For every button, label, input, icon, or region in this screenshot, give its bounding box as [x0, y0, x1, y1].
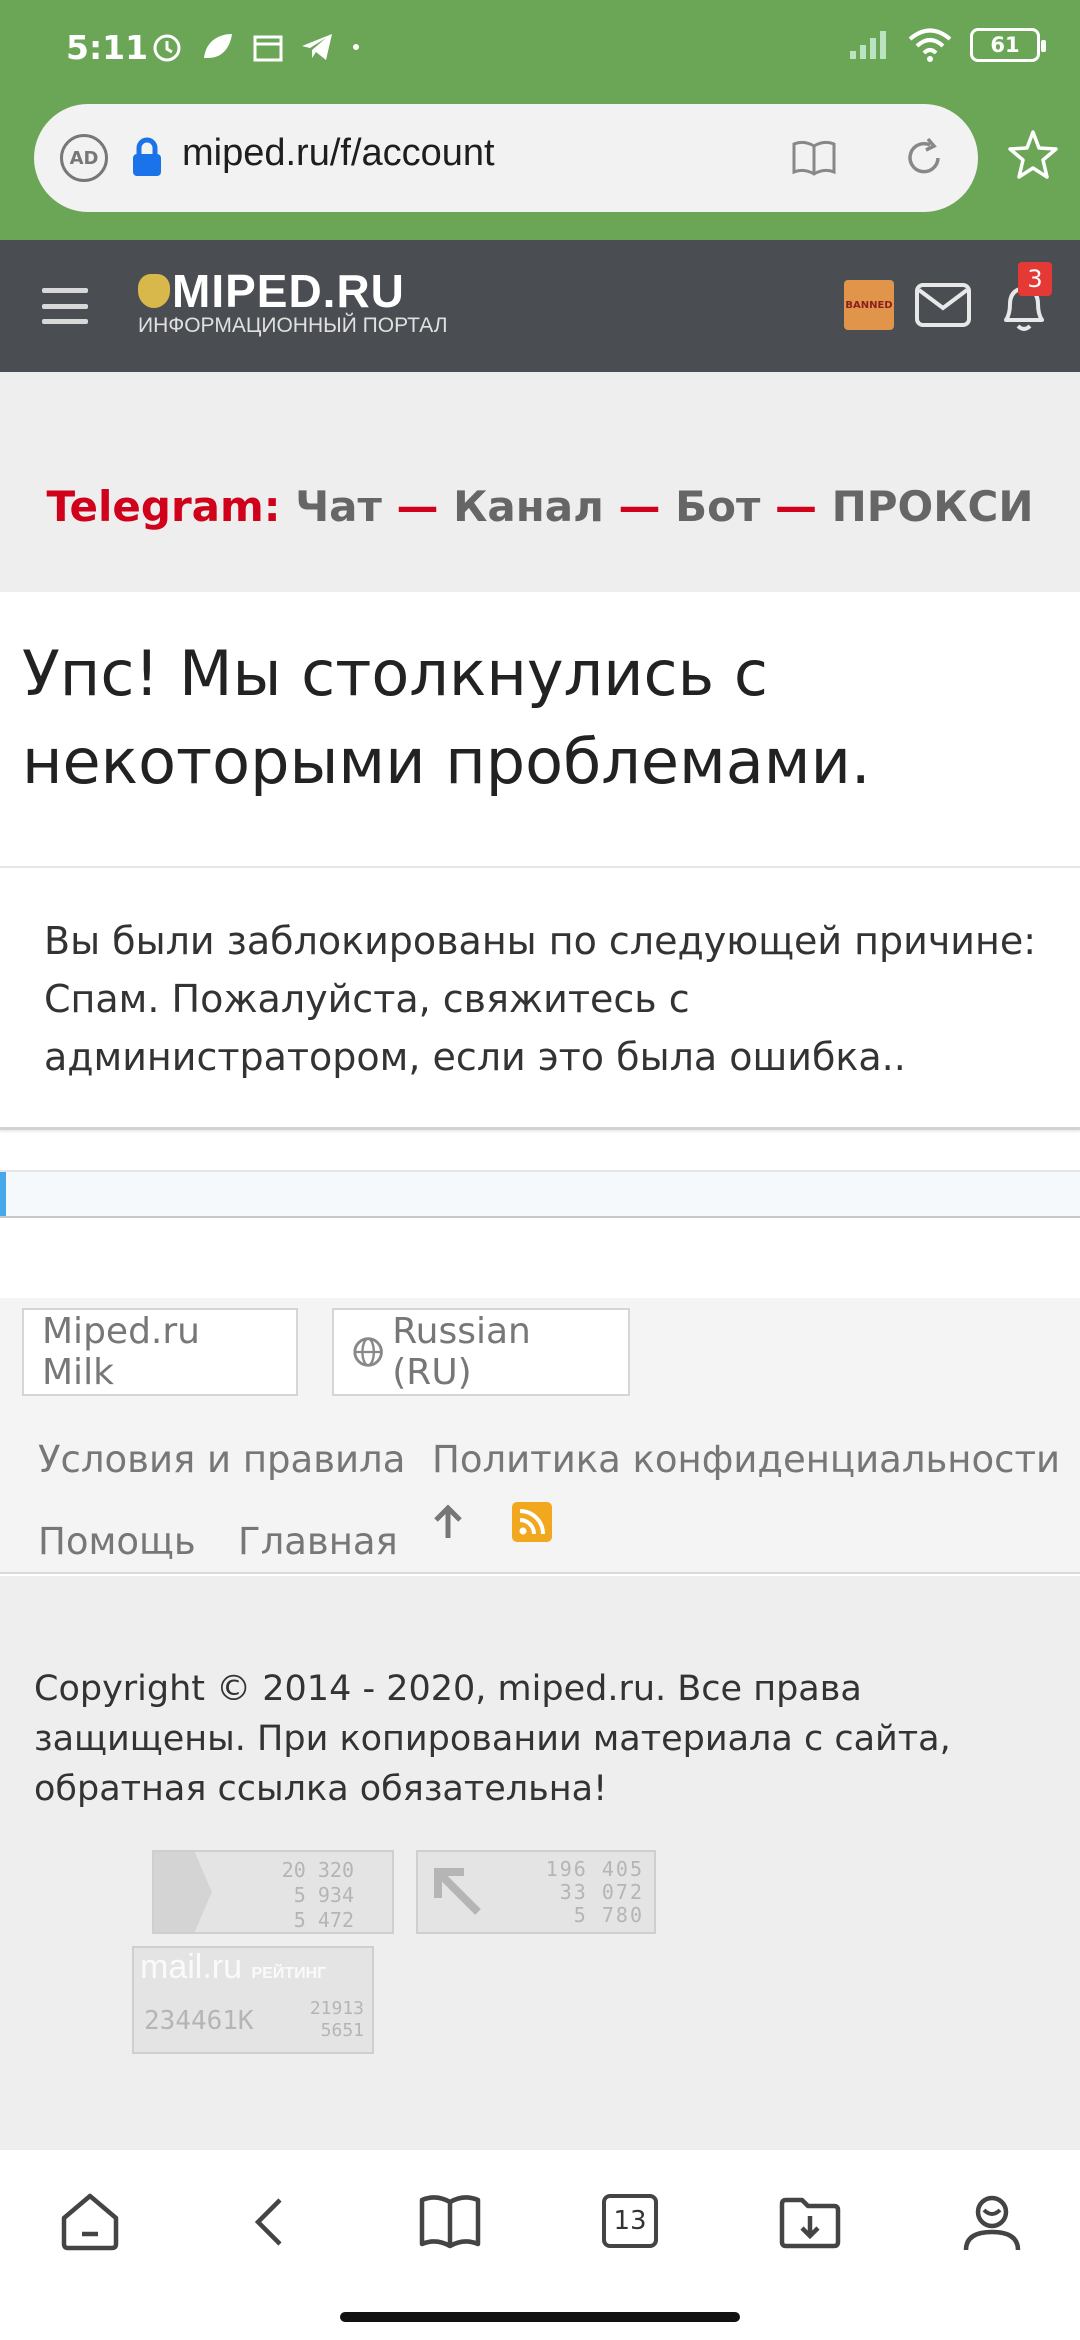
- adblock-icon[interactable]: AD: [60, 134, 108, 182]
- telegram-link-proxy[interactable]: ПРОКСИ: [832, 482, 1034, 531]
- mail-icon[interactable]: [914, 282, 972, 328]
- site-logo[interactable]: MIPED.RU ИНФОРМАЦИОННЫЙ ПОРТАЛ: [138, 265, 448, 338]
- language-chooser-label: Russian (RU): [392, 1311, 531, 1393]
- calendar-icon: [253, 35, 283, 62]
- telegram-banner: Telegram: Чат — Канал — Бот — ПРОКСИ: [0, 372, 1080, 592]
- browser-chrome: 5:11 61 AD miped.ru/f/account: [0, 0, 1080, 240]
- terms-link[interactable]: Условия и правила: [38, 1438, 405, 1481]
- style-chooser-button[interactable]: Miped.ru Milk: [22, 1308, 298, 1396]
- reader-mode-icon[interactable]: [790, 138, 838, 178]
- url-text[interactable]: miped.ru/f/account: [182, 132, 495, 175]
- arrow-up-left-icon: [434, 1868, 481, 1915]
- dot-icon: [353, 44, 359, 50]
- site-header: MIPED.RU ИНФОРМАЦИОННЫЙ ПОРТАЛ BANNED: [0, 240, 1080, 372]
- back-icon[interactable]: [246, 2190, 290, 2254]
- profile-icon[interactable]: [960, 2190, 1024, 2254]
- liveinternet-counter[interactable]: 20 320 5 934 5 472: [152, 1850, 394, 1934]
- logo-subtitle: ИНФОРМАЦИОННЫЙ ПОРТАЛ: [138, 314, 448, 337]
- signal-icon: [850, 31, 886, 59]
- counter-value: 196 405: [545, 1857, 644, 1881]
- counter-value: 33 072: [559, 1880, 644, 1904]
- status-time: 5:11: [66, 28, 149, 67]
- notification-badge[interactable]: 3: [1018, 262, 1052, 296]
- home-icon[interactable]: [58, 2190, 122, 2254]
- stats-counter[interactable]: 196 405 33 072 5 780: [416, 1850, 656, 1934]
- telegram-link-channel[interactable]: Канал: [453, 482, 604, 531]
- telegram-link-chat[interactable]: Чат: [295, 482, 382, 531]
- telegram-separator: —: [396, 482, 439, 531]
- telegram-label: Telegram:: [46, 482, 281, 531]
- mailru-value: 21913: [309, 1998, 364, 2019]
- language-chooser-button[interactable]: Russian (RU): [332, 1308, 630, 1396]
- tabs-button[interactable]: 13: [602, 2194, 658, 2248]
- alarm-icon: [153, 34, 181, 62]
- telegram-separator: —: [774, 482, 817, 531]
- bookmark-star-icon[interactable]: [1006, 128, 1060, 182]
- home-link[interactable]: Главная: [238, 1520, 398, 1563]
- globe-icon: [353, 1337, 383, 1367]
- user-avatar[interactable]: BANNED: [844, 280, 894, 330]
- status-bar: 5:11 61: [0, 0, 1080, 96]
- battery-level: 61: [990, 33, 1020, 57]
- counter-visitors: 5 472: [293, 1908, 354, 1932]
- error-message: Вы были заблокированы по следующей причи…: [44, 919, 1037, 1079]
- page-title: Упс! Мы столкнулись с некоторыми проблем…: [22, 637, 871, 798]
- telegram-separator: —: [618, 482, 661, 531]
- counter-views: 20 320: [281, 1858, 354, 1882]
- reload-icon[interactable]: [900, 134, 948, 182]
- rss-icon[interactable]: [512, 1502, 552, 1542]
- downloads-icon[interactable]: [778, 2190, 842, 2254]
- counter-visits: 5 934: [293, 1883, 354, 1907]
- counter-value: 5 780: [573, 1903, 644, 1927]
- mailru-label: РЕЙТИНГ: [251, 1965, 327, 1982]
- mailru-rating-counter[interactable]: mail.ru РЕЙТИНГ 234461K 21913 5651: [132, 1946, 374, 2054]
- help-link[interactable]: Помощь: [38, 1520, 196, 1563]
- leaf-icon: [204, 34, 232, 58]
- home-indicator[interactable]: [340, 2312, 740, 2322]
- mailru-value: 5651: [320, 2020, 364, 2041]
- style-chooser-label: Miped.ru Milk: [42, 1311, 200, 1393]
- menu-icon[interactable]: [42, 288, 88, 324]
- logo-emblem-icon: [138, 274, 170, 308]
- telegram-icon: [302, 34, 332, 60]
- status-notification-icons: [150, 30, 362, 64]
- status-system-icons: 61: [848, 28, 1046, 62]
- wifi-icon: [908, 28, 952, 62]
- chart-bars-icon: [154, 1852, 212, 1932]
- notice-strip: [0, 1170, 1080, 1218]
- mailru-total: 234461K: [144, 2006, 254, 2036]
- error-block: Вы были заблокированы по следующей причи…: [0, 868, 1080, 1130]
- telegram-link-bot[interactable]: Бот: [675, 482, 760, 531]
- address-bar[interactable]: AD miped.ru/f/account: [34, 104, 978, 212]
- arrow-up-icon[interactable]: [428, 1502, 468, 1542]
- logo-text: MIPED.RU: [172, 265, 405, 317]
- footer-links: Miped.ru Milk Russian (RU) Условия и пра…: [0, 1298, 1080, 1574]
- copyright-text: Copyright © 2014 - 2020, miped.ru. Все п…: [34, 1669, 951, 1809]
- battery-icon: 61: [970, 28, 1046, 62]
- mailru-brand: mail.ru: [140, 1948, 243, 1986]
- lock-icon: [133, 137, 161, 176]
- privacy-link[interactable]: Политика конфиденциальности: [432, 1438, 1060, 1481]
- bookmarks-icon[interactable]: [418, 2190, 482, 2254]
